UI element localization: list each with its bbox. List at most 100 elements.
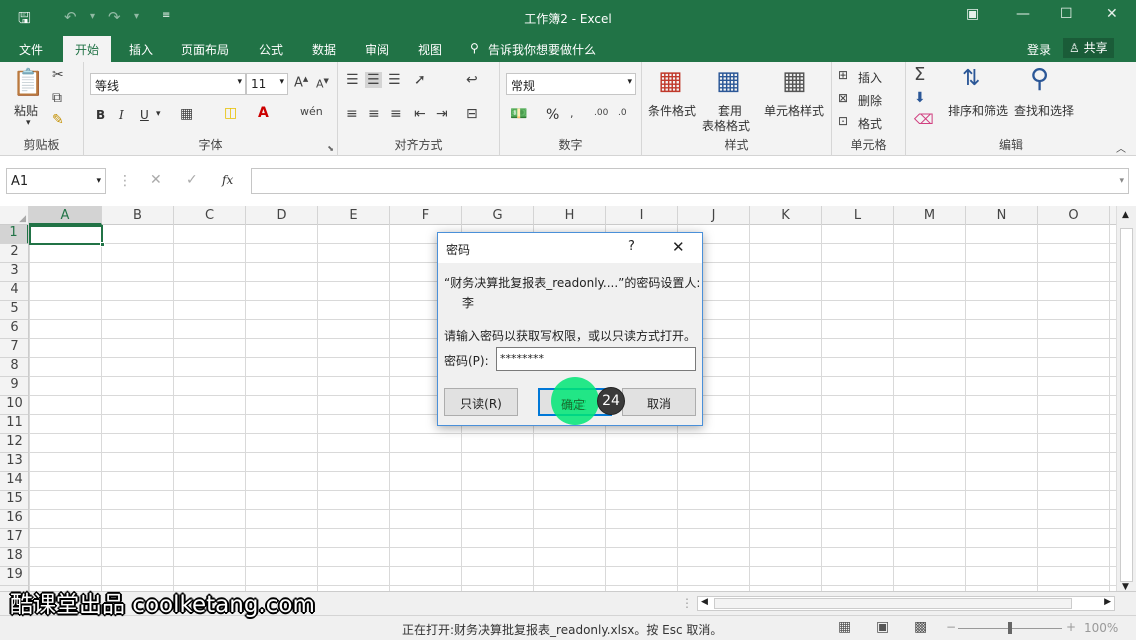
copy-icon[interactable]: ⧉: [52, 90, 62, 106]
dialog-close-icon[interactable]: ✕: [672, 238, 685, 256]
confirm-entry-icon[interactable]: ✓: [186, 172, 198, 188]
align-middle-icon[interactable]: ☰: [365, 72, 382, 88]
readonly-button[interactable]: 只读(R): [444, 388, 518, 416]
number-format-select[interactable]: 常规 ▾: [506, 73, 636, 95]
scroll-up-icon[interactable]: ▲: [1122, 210, 1129, 220]
bold-button[interactable]: B: [96, 108, 105, 122]
normal-view-icon[interactable]: ▦: [838, 619, 851, 635]
row-header-2[interactable]: 2: [0, 244, 28, 263]
fill-color-icon[interactable]: ◫: [224, 105, 237, 121]
row-header-14[interactable]: 14: [0, 472, 28, 491]
align-top-icon[interactable]: ☰: [346, 72, 359, 88]
column-header-F[interactable]: F: [390, 206, 462, 225]
row-header-19[interactable]: 19: [0, 567, 28, 586]
paste-button[interactable]: 粘贴: [14, 102, 38, 119]
column-header-C[interactable]: C: [174, 206, 246, 225]
tab-page-layout[interactable]: 页面布局: [181, 41, 229, 58]
fill-handle[interactable]: [100, 242, 105, 247]
row-header-12[interactable]: 12: [0, 434, 28, 453]
dialog-help-button[interactable]: ?: [628, 239, 635, 254]
autosum-icon[interactable]: Σ: [914, 64, 925, 85]
column-header-O[interactable]: O: [1038, 206, 1110, 225]
zoom-in-icon[interactable]: +: [1066, 620, 1076, 634]
zoom-level[interactable]: 100%: [1084, 621, 1118, 635]
increase-font-icon[interactable]: A▲: [294, 75, 308, 90]
password-input[interactable]: ********: [496, 347, 696, 371]
phonetic-icon[interactable]: wén: [300, 105, 323, 118]
column-header-J[interactable]: J: [678, 206, 750, 225]
column-header-A[interactable]: A: [29, 206, 102, 225]
increase-decimal-icon[interactable]: .00: [594, 108, 608, 118]
font-name-select[interactable]: 等线 ▾: [90, 73, 246, 95]
align-left-icon[interactable]: ≡: [346, 106, 358, 122]
page-break-view-icon[interactable]: ▩: [914, 619, 927, 635]
ribbon-display-icon[interactable]: ▣: [966, 6, 979, 22]
sort-filter-icon[interactable]: ⇅: [962, 66, 980, 91]
format-painter-icon[interactable]: ✎: [52, 112, 64, 128]
insert-function-button[interactable]: fx: [222, 173, 233, 187]
row-header-1[interactable]: 1: [0, 225, 28, 244]
horizontal-scroll-thumb[interactable]: [714, 598, 1072, 609]
zoom-out-icon[interactable]: −: [946, 620, 956, 634]
paste-icon[interactable]: 📋: [12, 68, 44, 98]
orientation-icon[interactable]: ➚: [414, 72, 426, 88]
scroll-right-icon[interactable]: ▶: [1104, 597, 1111, 607]
cancel-entry-icon[interactable]: ✕: [150, 172, 162, 188]
row-header-18[interactable]: 18: [0, 548, 28, 567]
tab-data[interactable]: 数据: [312, 41, 336, 58]
select-all-corner[interactable]: ◢: [0, 206, 29, 225]
currency-icon[interactable]: 💵: [510, 106, 527, 122]
paste-dropdown-icon[interactable]: ▾: [26, 118, 31, 128]
horizontal-scrollbar[interactable]: ◀ ▶: [697, 596, 1115, 611]
cut-icon[interactable]: ✂: [52, 67, 64, 83]
merge-center-icon[interactable]: ⊟: [466, 106, 478, 122]
sheet-bar-splitter-icon[interactable]: ⋮: [681, 596, 693, 610]
comma-style-icon[interactable]: ,: [570, 107, 574, 120]
scroll-left-icon[interactable]: ◀: [701, 597, 708, 607]
row-header-9[interactable]: 9: [0, 377, 28, 396]
increase-indent-icon[interactable]: ⇥: [436, 106, 448, 122]
row-header-17[interactable]: 17: [0, 529, 28, 548]
tab-home[interactable]: 开始: [63, 36, 112, 62]
row-header-13[interactable]: 13: [0, 453, 28, 472]
cancel-button[interactable]: 取消: [622, 388, 696, 416]
border-icon[interactable]: ▦: [180, 106, 193, 122]
percent-button[interactable]: %: [546, 107, 559, 123]
column-header-E[interactable]: E: [318, 206, 390, 225]
minimize-icon[interactable]: —: [1016, 6, 1030, 22]
row-header-15[interactable]: 15: [0, 491, 28, 510]
delete-cells-icon[interactable]: ⊠: [838, 91, 848, 105]
fill-icon[interactable]: ⬇: [914, 90, 926, 106]
font-size-select[interactable]: 11 ▾: [246, 73, 288, 95]
format-cells-button[interactable]: 格式: [858, 115, 882, 132]
row-header-6[interactable]: 6: [0, 320, 28, 339]
zoom-slider-thumb[interactable]: [1008, 622, 1012, 634]
login-link[interactable]: 登录: [1027, 41, 1051, 58]
share-button[interactable]: ♙ 共享: [1063, 38, 1114, 58]
decrease-font-icon[interactable]: A▼: [316, 77, 329, 91]
scroll-thumb[interactable]: [1120, 228, 1133, 582]
column-header-M[interactable]: M: [894, 206, 966, 225]
vertical-scrollbar[interactable]: ▲ ▼: [1116, 206, 1136, 592]
column-header-G[interactable]: G: [462, 206, 534, 225]
maximize-icon[interactable]: ☐: [1060, 6, 1073, 22]
cell-styles-button[interactable]: 单元格样式: [764, 102, 824, 119]
row-header-5[interactable]: 5: [0, 301, 28, 320]
name-box[interactable]: A1 ▾: [6, 168, 106, 194]
active-cell-A1[interactable]: [29, 225, 105, 247]
align-right-icon[interactable]: ≡: [390, 106, 402, 122]
column-header-D[interactable]: D: [246, 206, 318, 225]
row-header-8[interactable]: 8: [0, 358, 28, 377]
format-table-button-line2[interactable]: 表格格式: [702, 117, 750, 134]
format-cells-icon[interactable]: ⊡: [838, 114, 848, 128]
conditional-format-button[interactable]: 条件格式: [648, 102, 696, 119]
row-header-3[interactable]: 3: [0, 263, 28, 282]
wrap-text-icon[interactable]: ↩: [466, 72, 478, 88]
page-layout-view-icon[interactable]: ▣: [876, 619, 889, 635]
row-header-4[interactable]: 4: [0, 282, 28, 301]
tab-view[interactable]: 视图: [418, 41, 442, 58]
underline-dropdown-icon[interactable]: ▾: [156, 109, 161, 119]
tab-formulas[interactable]: 公式: [259, 41, 283, 58]
column-header-B[interactable]: B: [102, 206, 174, 225]
close-icon[interactable]: ✕: [1106, 6, 1118, 22]
